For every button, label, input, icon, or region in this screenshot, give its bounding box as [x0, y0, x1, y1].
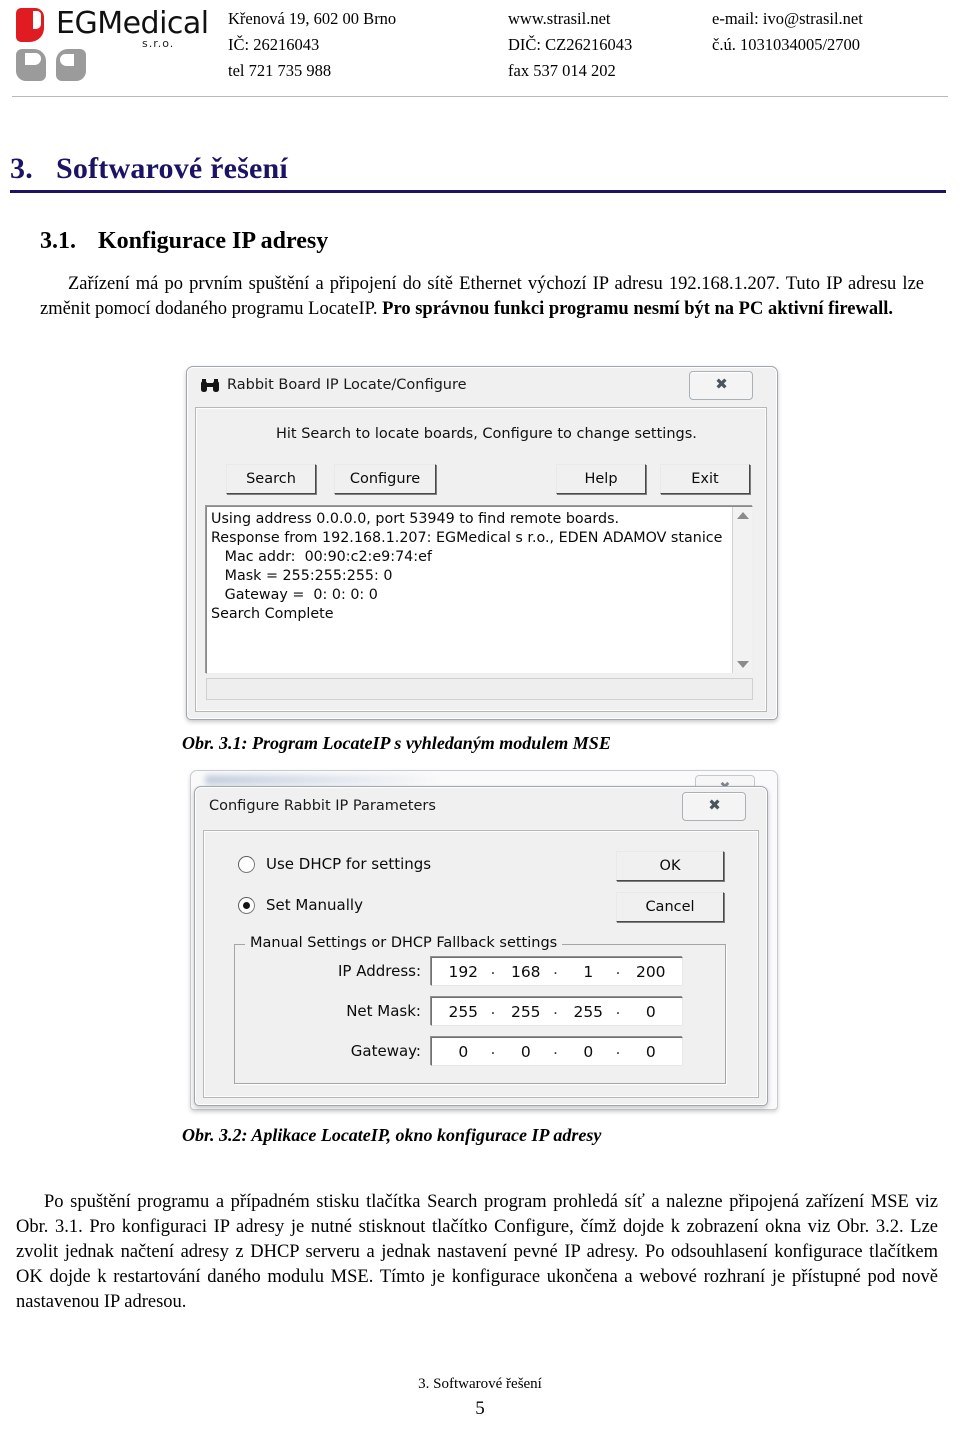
- letterhead-column-address: Křenová 19, 602 00 Brno IČ: 26216043 tel…: [228, 6, 396, 84]
- close-icon[interactable]: ✖: [689, 371, 753, 400]
- ip-address-octet-2[interactable]: 168: [491, 960, 558, 981]
- log-line: Using address 0.0.0.0, port 53949 to fin…: [211, 511, 620, 527]
- net-mask-input[interactable]: 255 255 255 0: [431, 997, 683, 1026]
- locateip-statusbar: [206, 678, 753, 700]
- letterhead-column-web: www.strasil.net DIČ: CZ26216043 fax 537 …: [508, 6, 632, 84]
- section-heading-1-number: 3.: [10, 152, 33, 185]
- net-mask-octet-2[interactable]: 255: [491, 1000, 558, 1021]
- help-button[interactable]: Help: [556, 464, 646, 494]
- logo-legal-suffix: s.r.o.: [142, 37, 175, 50]
- letterhead-line: e-mail: ivo@strasil.net: [712, 9, 863, 28]
- locateip-log-listbox[interactable]: Using address 0.0.0.0, port 53949 to fin…: [206, 506, 753, 674]
- logo-grey-shape-left-icon: [16, 49, 46, 81]
- cancel-button[interactable]: Cancel: [616, 892, 724, 922]
- locateip-window-title: Rabbit Board IP Locate/Configure: [227, 377, 467, 393]
- net-mask-label: Net Mask:: [346, 1002, 421, 1020]
- section-heading-1-text: Softwarové řešení: [56, 152, 288, 185]
- net-mask-octet-1[interactable]: 255: [432, 1003, 495, 1021]
- log-line: Response from 192.168.1.207: EGMedical s…: [211, 530, 723, 546]
- locateip-window: Rabbit Board IP Locate/Configure ✖ Hit S…: [186, 366, 778, 720]
- figure-2-caption: Obr. 3.2: Aplikace LocateIP, okno konfig…: [182, 1125, 602, 1145]
- footer-page-number: 5: [475, 1398, 485, 1419]
- section-heading-2-number: 3.1.: [40, 228, 76, 254]
- log-line: Search Complete: [211, 606, 334, 622]
- binoculars-icon: [201, 379, 219, 392]
- intro-paragraph-warning: Pro správnou funkci programu nesmí být n…: [382, 299, 894, 319]
- ip-address-input[interactable]: 192 168 1 200: [431, 957, 683, 986]
- figure-locateip-screenshot: Rabbit Board IP Locate/Configure ✖ Hit S…: [186, 366, 780, 722]
- section-heading-2: 3.1. Konfigurace IP adresy: [40, 228, 328, 255]
- intro-paragraph: Zařízení má po prvním spuštění a připoje…: [40, 272, 924, 322]
- log-line: Mask = 255:255:255: 0: [211, 568, 393, 584]
- logo-grey-shape-right-icon: [56, 49, 86, 81]
- background-blurred-text: [205, 775, 445, 785]
- letterhead-line: č.ú. 1031034005/2700: [712, 35, 861, 54]
- letterhead-divider: [12, 96, 948, 97]
- manual-settings-legend: Manual Settings or DHCP Fallback setting…: [245, 935, 563, 951]
- radio-use-dhcp[interactable]: [238, 856, 255, 873]
- search-button[interactable]: Search: [226, 464, 316, 494]
- letterhead-line: DIČ: CZ26216043: [508, 35, 633, 54]
- ip-address-label: IP Address:: [337, 962, 421, 980]
- configure-button[interactable]: Configure: [334, 464, 436, 494]
- configure-dialog-title: Configure Rabbit IP Parameters: [209, 798, 436, 814]
- figure-1-caption: Obr. 3.1: Program LocateIP s vyhledaným …: [182, 733, 611, 753]
- gateway-octet-4[interactable]: 0: [616, 1040, 683, 1061]
- net-mask-octet-3[interactable]: 255: [553, 1000, 620, 1021]
- letterhead-column-contact: e-mail: ivo@strasil.net č.ú. 1031034005/…: [712, 6, 863, 58]
- net-mask-octet-4[interactable]: 0: [616, 1000, 683, 1021]
- locateip-client-area: Hit Search to locate boards, Configure t…: [195, 407, 767, 712]
- closing-paragraph: Po spuštění programu a případném stisku …: [16, 1192, 938, 1312]
- ip-address-octet-3[interactable]: 1: [553, 960, 620, 981]
- scroll-down-icon[interactable]: [736, 661, 749, 668]
- gateway-octet-1[interactable]: 0: [432, 1043, 495, 1061]
- letterhead: EGMedical s.r.o. Křenová 19, 602 00 Brno…: [0, 0, 960, 100]
- ip-address-octet-4[interactable]: 200: [616, 960, 683, 981]
- radio-use-dhcp-label: Use DHCP for settings: [266, 855, 432, 873]
- log-line: Mac addr: 00:90:c2:e9:74:ef: [211, 549, 432, 565]
- logo-wordmark: EGMedical: [56, 6, 209, 41]
- section-heading-1-rule: [10, 190, 946, 193]
- letterhead-line: www.strasil.net: [508, 9, 611, 28]
- logo-red-shape-icon: [16, 8, 44, 42]
- gateway-label: Gateway:: [350, 1042, 421, 1060]
- configure-dialog: Configure Rabbit IP Parameters ✖ Use DHC…: [194, 786, 768, 1106]
- figure-configure-screenshot: ✖ Configure Rabbit IP Parameters ✖ Use D…: [186, 770, 780, 1118]
- close-icon[interactable]: ✖: [682, 792, 746, 821]
- manual-settings-groupbox: Manual Settings or DHCP Fallback setting…: [234, 935, 726, 1084]
- scroll-up-icon[interactable]: [736, 512, 749, 519]
- letterhead-line: fax 537 014 202: [508, 61, 616, 80]
- log-scrollbar[interactable]: [732, 507, 752, 673]
- letterhead-line: IČ: 26216043: [228, 35, 320, 54]
- log-line: Gateway = 0: 0: 0: 0: [211, 587, 378, 603]
- gateway-octet-2[interactable]: 0: [491, 1040, 558, 1061]
- gateway-input[interactable]: 0 0 0 0: [431, 1037, 683, 1066]
- configure-dialog-client-area: Use DHCP for settings Set Manually OK Ca…: [203, 830, 759, 1098]
- radio-set-manually-label: Set Manually: [266, 896, 363, 914]
- radio-set-manually[interactable]: [238, 897, 255, 914]
- letterhead-line: Křenová 19, 602 00 Brno: [228, 9, 397, 28]
- locateip-hint-text: Hit Search to locate boards, Configure t…: [276, 426, 697, 442]
- section-heading-1: 3. Softwarové řešení: [10, 152, 946, 186]
- letterhead-line: tel 721 735 988: [228, 61, 332, 80]
- gateway-octet-3[interactable]: 0: [553, 1040, 620, 1061]
- ip-address-octet-1[interactable]: 192: [432, 963, 495, 981]
- footer-section-label: 3. Softwarové řešení: [418, 1376, 542, 1392]
- exit-button[interactable]: Exit: [660, 464, 750, 494]
- section-heading-2-text: Konfigurace IP adresy: [98, 228, 329, 254]
- company-logo: EGMedical s.r.o.: [14, 4, 214, 88]
- ok-button[interactable]: OK: [616, 851, 724, 881]
